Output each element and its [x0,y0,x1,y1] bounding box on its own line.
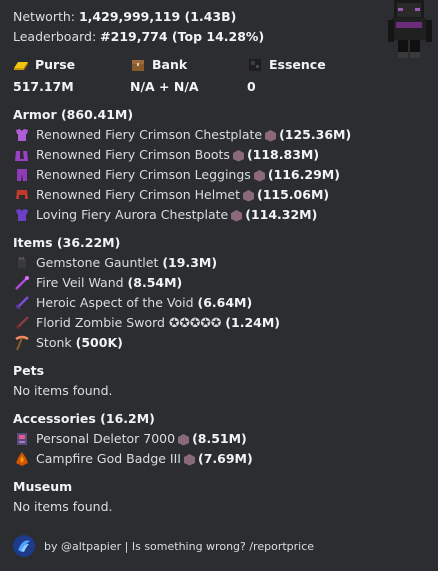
chestplate-icon [16,129,28,141]
list-item: Renowned Fiery Crimson Chestplate (125.3… [13,125,432,145]
item-value: (7.69M) [197,451,253,466]
soulbound-icon [231,209,243,221]
item-name: Gemstone Gauntlet [36,255,159,270]
campfire-badge-icon [16,452,28,466]
boots-icon [15,151,28,161]
armor-title: Armor (860.41M) [13,107,134,122]
list-item: Campfire God Badge III (7.69M) [13,449,432,469]
embed-footer: by @altpapier | Is something wrong? /rep… [13,535,314,557]
list-item: Heroic Aspect of the Void (6.64M) [13,293,432,313]
networth-value: 1,429,999,119 (1.43B) [78,9,237,24]
pets-title: Pets [13,363,45,378]
item-value: (118.83M) [246,147,320,162]
essence-icon [249,59,261,71]
list-item: Gemstone Gauntlet (19.3M) [13,253,432,273]
list-item: Florid Zombie Sword ✪✪✪✪✪ (1.24M) [13,313,432,333]
item-value: (116.29M) [267,167,340,182]
deletor-icon [17,433,27,445]
gold-ingot-icon [14,62,28,70]
zombie-sword-icon [15,316,29,330]
item-value: (114.32M) [245,207,318,222]
soulbound-icon [232,149,244,161]
essence-stat: Essence 0 [247,55,364,97]
leaderboard-label: Leaderboard: [13,29,97,44]
list-item: Fire Veil Wand (8.54M) [13,273,432,293]
star-rating: ✪✪✪✪✪ [168,315,222,330]
purse-stat: Purse 517.17M [13,55,130,97]
pickaxe-icon [15,335,29,351]
item-name: Heroic Aspect of the Void [36,295,194,310]
pets-empty: No items found. [13,383,113,398]
chestplate-icon [16,209,28,221]
bank-value: N/A + N/A [130,79,199,94]
armor-list: Renowned Fiery Crimson Chestplate (125.3… [13,125,432,225]
item-name: Loving Fiery Aurora Chestplate [36,207,229,222]
item-name: Stonk [36,335,72,350]
museum-empty: No items found. [13,499,113,514]
essence-label: Essence [269,57,326,72]
leaderboard-line: Leaderboard: #219,774 (Top 14.28%) [13,27,432,47]
list-item: Stonk (500K) [13,333,432,353]
chest-icon [132,60,144,71]
soulbound-icon [178,433,190,445]
list-item: Renowned Fiery Crimson Helmet (115.06M) [13,185,432,205]
list-item: Loving Fiery Aurora Chestplate (114.32M) [13,205,432,225]
item-value: (125.36M) [279,127,352,142]
item-value: (500K) [75,335,123,350]
networth-line: Networth: 1,429,999,119 (1.43B) [13,7,432,27]
item-name: Renowned Fiery Crimson Boots [36,147,230,162]
accessories-list: Personal Deletor 7000 (8.51M) Campfire G… [13,429,432,469]
soulbound-icon [183,453,195,465]
item-value: (115.06M) [257,187,330,202]
item-name: Florid Zombie Sword [36,315,165,330]
item-value: (8.51M) [192,431,247,446]
item-name: Renowned Fiery Crimson Helmet [36,187,240,202]
item-name: Renowned Fiery Crimson Chestplate [36,127,263,142]
soulbound-icon [243,189,254,201]
leaderboard-value: #219,774 (Top 14.28%) [100,29,265,44]
list-item: Renowned Fiery Crimson Boots (118.83M) [13,145,432,165]
list-item: Renowned Fiery Crimson Leggings (116.29M… [13,165,432,185]
soulbound-icon [265,129,277,141]
museum-title: Museum [13,479,73,494]
purse-label: Purse [35,57,76,72]
items-list: Gemstone Gauntlet (19.3M) Fire Veil Wand… [13,253,432,353]
networth-label: Networth: [13,9,75,24]
bot-avatar-icon [13,535,35,557]
item-name: Fire Veil Wand [36,275,124,290]
purse-value: 517.17M [13,79,74,94]
list-item: Personal Deletor 7000 (8.51M) [13,429,432,449]
soulbound-icon [253,169,265,181]
item-value: (19.3M) [162,255,218,270]
item-value: (1.24M) [225,315,281,330]
bank-stat: Bank N/A + N/A [130,55,247,97]
item-value: (8.54M) [127,275,183,290]
stats-row: Purse 517.17M Bank N/A + N/A Essence 0 [13,55,432,97]
helmet-icon [16,190,28,199]
item-value: (6.64M) [197,295,253,310]
essence-value: 0 [247,79,256,94]
wand-icon [15,276,29,290]
sword-icon [15,296,29,310]
accessories-title: Accessories (16.2M) [13,411,155,426]
leggings-icon [17,169,27,181]
item-name: Renowned Fiery Crimson Leggings [36,167,251,182]
item-name: Campfire God Badge III [36,451,181,466]
gauntlet-icon [18,257,26,268]
item-name: Personal Deletor 7000 [36,431,176,446]
items-title: Items (36.22M) [13,235,121,250]
bank-label: Bank [152,57,188,72]
footer-text: by @altpapier | Is something wrong? /rep… [44,539,315,553]
